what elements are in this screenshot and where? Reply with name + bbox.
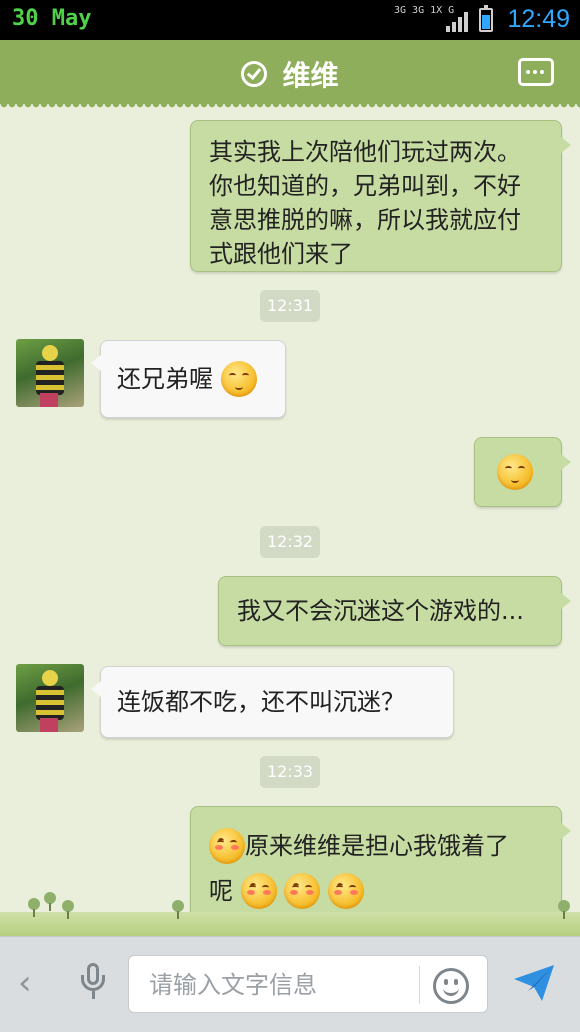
microphone-icon[interactable] bbox=[78, 963, 108, 1003]
blushing-emoji-icon bbox=[327, 873, 364, 909]
status-time: 12:49 bbox=[507, 5, 570, 33]
send-icon[interactable] bbox=[512, 961, 556, 1005]
status-date: 30 May bbox=[12, 6, 92, 31]
thinking-emoji-icon bbox=[220, 361, 257, 397]
message-text: 连饭都不吃，还不叫沉迷？ bbox=[117, 688, 405, 716]
blushing-emoji-icon bbox=[240, 873, 277, 909]
contact-avatar[interactable] bbox=[16, 664, 84, 732]
chat-title: 维维 bbox=[282, 59, 339, 92]
confused-emoji-icon bbox=[497, 454, 533, 490]
check-circle-icon bbox=[241, 61, 268, 87]
blushing-emoji-icon bbox=[284, 873, 321, 909]
message-timestamp: 12:31 bbox=[260, 290, 320, 322]
message-input-box[interactable] bbox=[128, 955, 488, 1013]
battery-icon bbox=[479, 5, 493, 32]
message-outgoing-emoji[interactable] bbox=[474, 437, 571, 507]
message-outgoing[interactable]: 其实我上次陪他们玩过两次。你也知道的，兄弟叫到，不好意思推脱的嘛，所以我就应付式… bbox=[190, 120, 571, 272]
message-text: 还兄弟喔 bbox=[117, 365, 213, 393]
chat-header: 维维 bbox=[0, 40, 580, 110]
input-bar: ‹ bbox=[0, 936, 580, 1032]
status-bar: 30 May 3G 3G 1X G 12:49 bbox=[0, 0, 580, 40]
message-timestamp: 12:33 bbox=[260, 756, 320, 788]
message-outgoing[interactable]: 我又不会沉迷这个游戏的... bbox=[218, 576, 571, 646]
contact-avatar[interactable] bbox=[16, 339, 84, 407]
emoji-picker-icon[interactable] bbox=[433, 968, 469, 1004]
chevron-left-icon[interactable]: ‹ bbox=[18, 963, 32, 1003]
message-incoming[interactable]: 连饭都不吃，还不叫沉迷？ bbox=[91, 666, 454, 738]
blushing-emoji-icon bbox=[209, 828, 245, 864]
message-list[interactable]: 其实我上次陪他们玩过两次。你也知道的，兄弟叫到，不好意思推脱的嘛，所以我就应付式… bbox=[0, 104, 580, 930]
message-text: 呢 bbox=[209, 877, 233, 905]
message-text: 我又不会沉迷这个游戏的... bbox=[237, 597, 524, 625]
message-text: 其实我上次陪他们玩过两次。你也知道的，兄弟叫到，不好意思推脱的嘛，所以我就应付式… bbox=[209, 138, 521, 268]
message-text: 原来维维是担心我饿着了 bbox=[245, 832, 509, 860]
signal-icon bbox=[446, 10, 470, 32]
more-options-button[interactable] bbox=[518, 58, 554, 86]
message-timestamp: 12:32 bbox=[260, 526, 320, 558]
message-input[interactable] bbox=[147, 966, 411, 1004]
message-incoming[interactable]: 还兄弟喔 bbox=[91, 340, 286, 418]
landscape-decoration bbox=[0, 892, 580, 936]
